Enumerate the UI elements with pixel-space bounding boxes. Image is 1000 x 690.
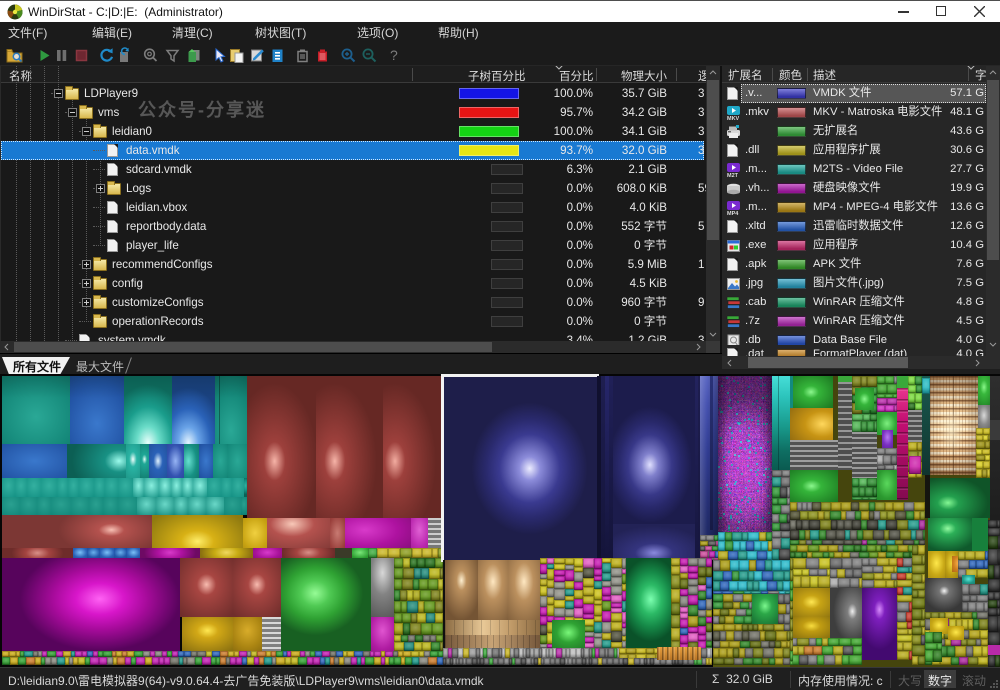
svg-text:?: ? (390, 47, 398, 63)
svg-text:MKV: MKV (727, 116, 740, 121)
svg-text:MP4: MP4 (727, 211, 739, 216)
svg-text:M2T: M2T (727, 173, 739, 178)
